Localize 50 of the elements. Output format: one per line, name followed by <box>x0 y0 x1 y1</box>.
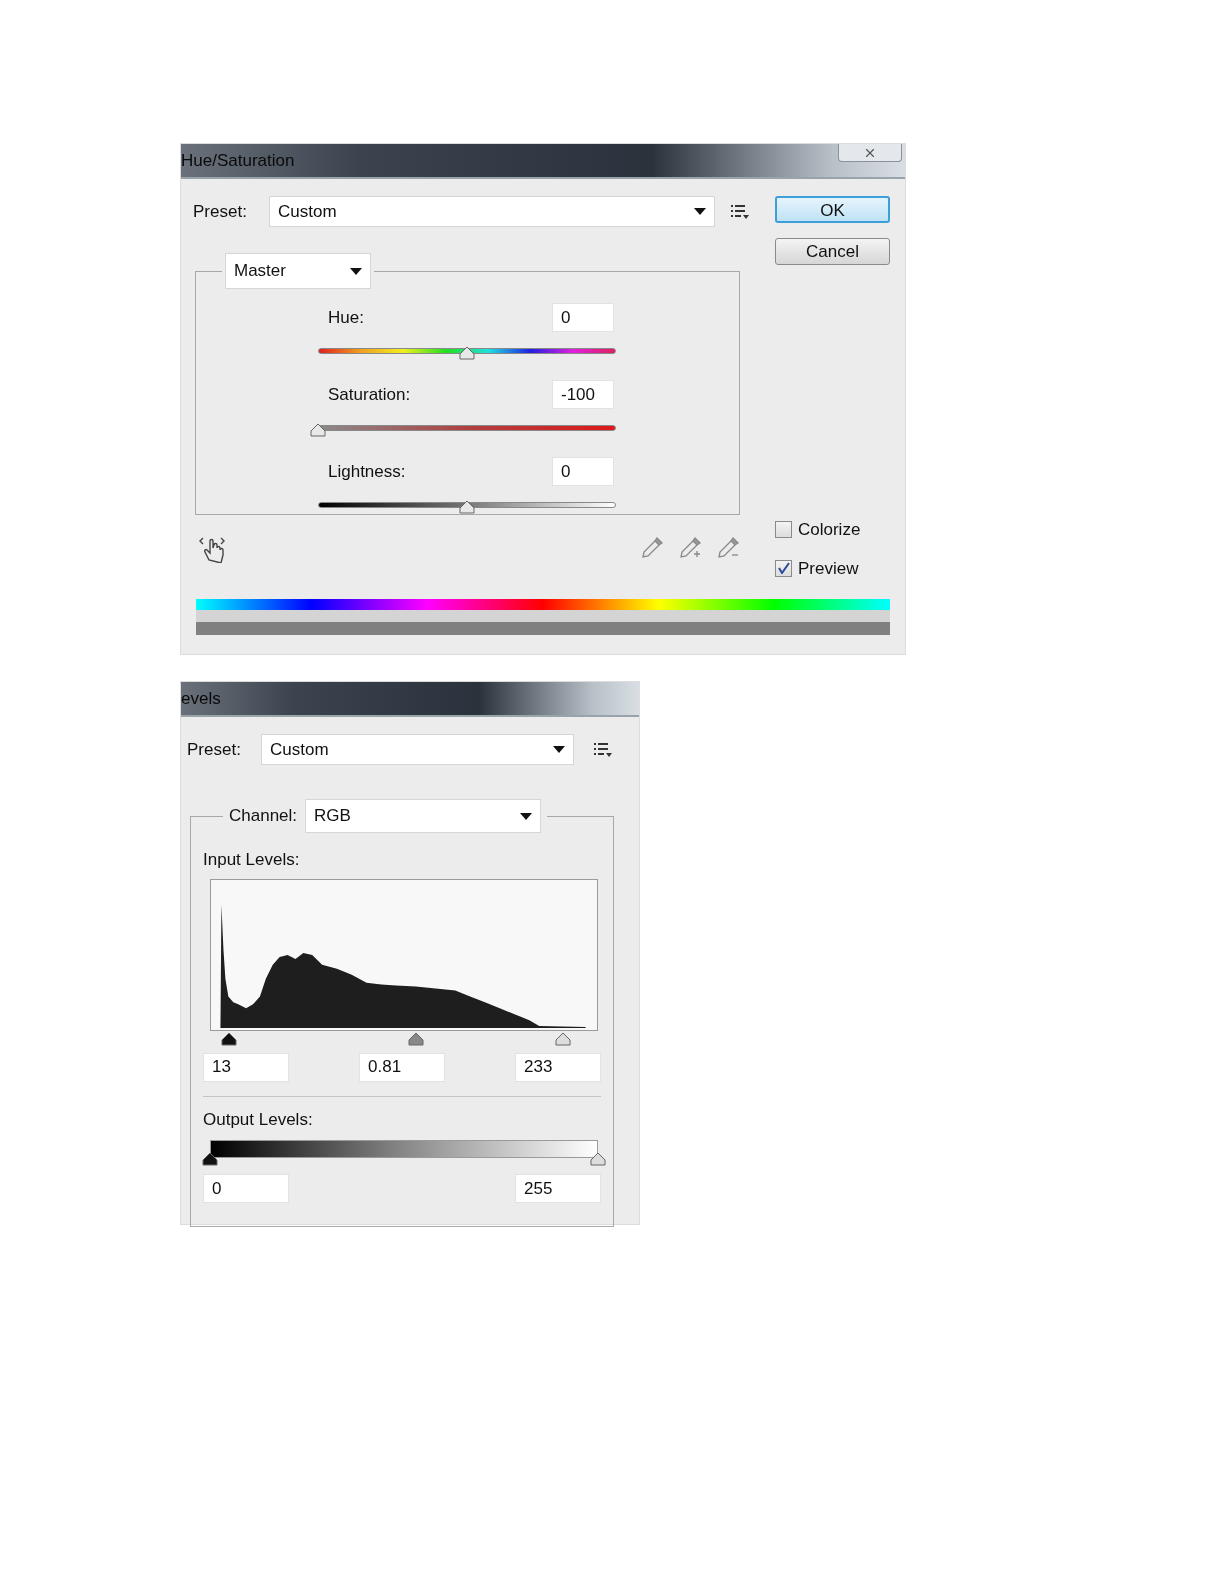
channel-label: Channel: <box>229 805 298 828</box>
number-field[interactable]: 0 <box>552 457 614 486</box>
checkbox[interactable] <box>775 521 792 539</box>
dropdown[interactable]: Master <box>225 253 371 289</box>
slider-thumb[interactable] <box>310 423 326 437</box>
number-field[interactable]: 0 <box>203 1174 289 1203</box>
checkbox-label: Colorize <box>798 519 861 541</box>
dropdown[interactable]: Custom <box>269 196 715 227</box>
slider-track[interactable] <box>318 502 616 508</box>
output-levels-label: Output Levels: <box>203 1108 314 1131</box>
slider-label: Lightness: <box>328 460 406 483</box>
preset-label: Preset: <box>193 200 248 223</box>
cancel-button[interactable]: Cancel <box>775 238 890 265</box>
slider-label: Hue: <box>328 306 364 329</box>
number-field[interactable]: 0.81 <box>359 1052 445 1082</box>
slider-track[interactable] <box>318 348 616 354</box>
slider-thumb[interactable] <box>202 1152 218 1166</box>
slider-label: Saturation: <box>328 383 411 406</box>
dropdown-value: Custom <box>270 738 329 761</box>
list-menu-icon[interactable] <box>731 204 749 219</box>
eyedropper-icon[interactable] <box>677 535 703 561</box>
slider-thumb[interactable] <box>459 500 475 514</box>
dropdown-caret-icon <box>553 746 565 753</box>
close-button[interactable] <box>838 144 902 162</box>
dropdown-caret-icon <box>520 812 533 820</box>
dropdown[interactable]: RGB <box>305 799 542 833</box>
checkbox-label: Preview <box>798 557 859 580</box>
dropdown-value: Custom <box>278 200 337 223</box>
number-field[interactable]: -100 <box>552 380 614 409</box>
eyedropper-icon[interactable] <box>639 535 665 561</box>
dropdown-value: RGB <box>314 805 351 828</box>
input-levels-label: Input Levels: <box>203 849 301 871</box>
ok-button[interactable]: OK <box>775 196 890 223</box>
slider-track[interactable] <box>318 425 616 431</box>
slider-thumb[interactable] <box>590 1152 606 1166</box>
eyedropper-icon[interactable] <box>715 535 741 561</box>
slider-thumb[interactable] <box>459 346 475 360</box>
list-menu-icon[interactable] <box>594 742 612 757</box>
dropdown-value: Master <box>234 260 286 283</box>
checkbox[interactable] <box>775 559 792 577</box>
window-title: evels <box>181 687 221 710</box>
number-field[interactable]: 13 <box>203 1052 289 1082</box>
dropdown-caret-icon <box>694 208 706 215</box>
dropdown[interactable]: Custom <box>261 734 574 765</box>
number-field[interactable]: 233 <box>515 1052 601 1082</box>
window-title: Hue/Saturation <box>181 149 295 172</box>
number-field[interactable]: 255 <box>515 1174 601 1203</box>
number-field[interactable]: 0 <box>552 303 614 332</box>
preset-label: Preset: <box>187 738 242 761</box>
dropdown-caret-icon <box>350 267 362 275</box>
